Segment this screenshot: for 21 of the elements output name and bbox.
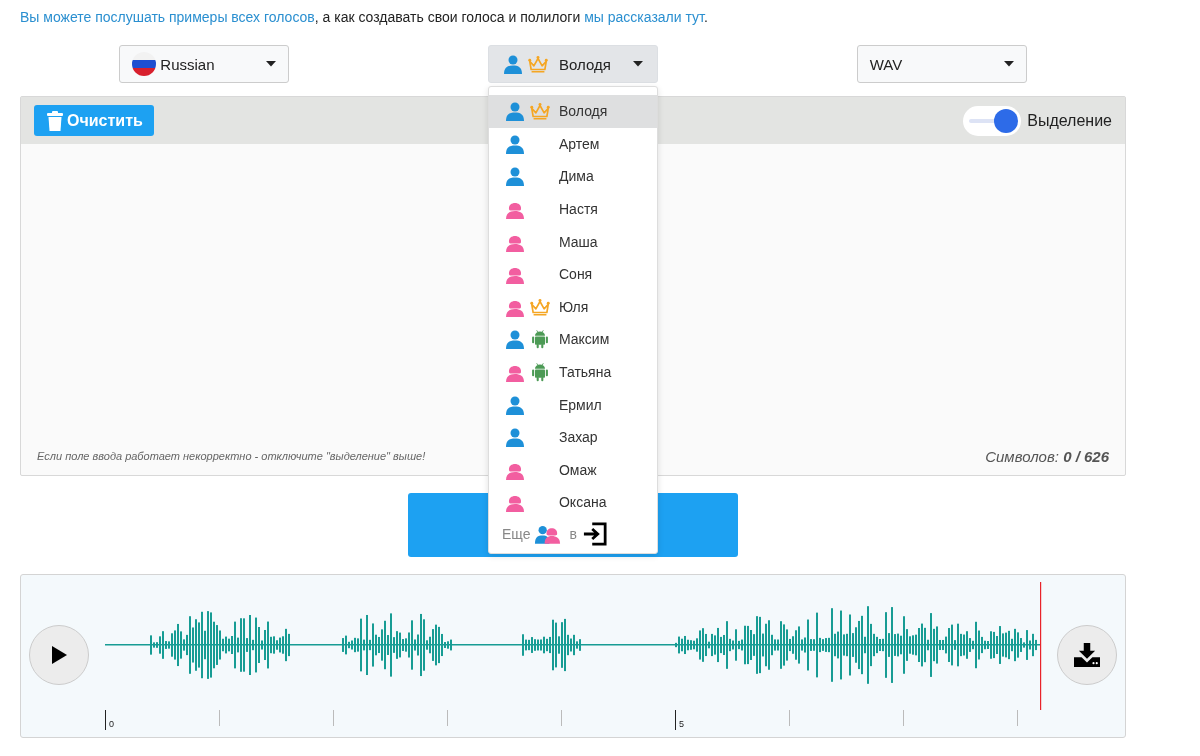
voice-name: Оксана <box>559 494 607 511</box>
timeline-label: 5 <box>679 719 684 729</box>
voice-name: Ермил <box>559 396 602 413</box>
toggle-label: Выделение <box>1027 111 1112 130</box>
voice-name: Захар <box>559 429 598 446</box>
voice-name: Маша <box>559 233 598 250</box>
voice-name: Артем <box>559 135 600 152</box>
voice-name: Максим <box>559 331 610 348</box>
voice-name: Омаж <box>559 461 597 478</box>
more-voices-text: Еще <box>502 525 531 542</box>
intro-text: Вы можете послушать примеры всех голосов, а как создавать свои голоса и полилоги мы рассказали тут. <box>20 8 709 27</box>
voice-name: Настя <box>559 201 598 218</box>
voice-name: Володя <box>559 103 608 120</box>
voice-name: Татьяна <box>559 364 612 381</box>
voice-name: Юля <box>559 298 589 315</box>
voice-name: Соня <box>559 266 593 283</box>
timeline-label: 0 <box>109 719 114 729</box>
voice-name: Дима <box>559 168 594 185</box>
hint-text: Если поле ввода работает некорректно - отключите "выделение" выше! <box>37 450 426 462</box>
in-text: в <box>569 525 577 542</box>
character-counter: Символов: 0 / 626 <box>985 447 1109 465</box>
